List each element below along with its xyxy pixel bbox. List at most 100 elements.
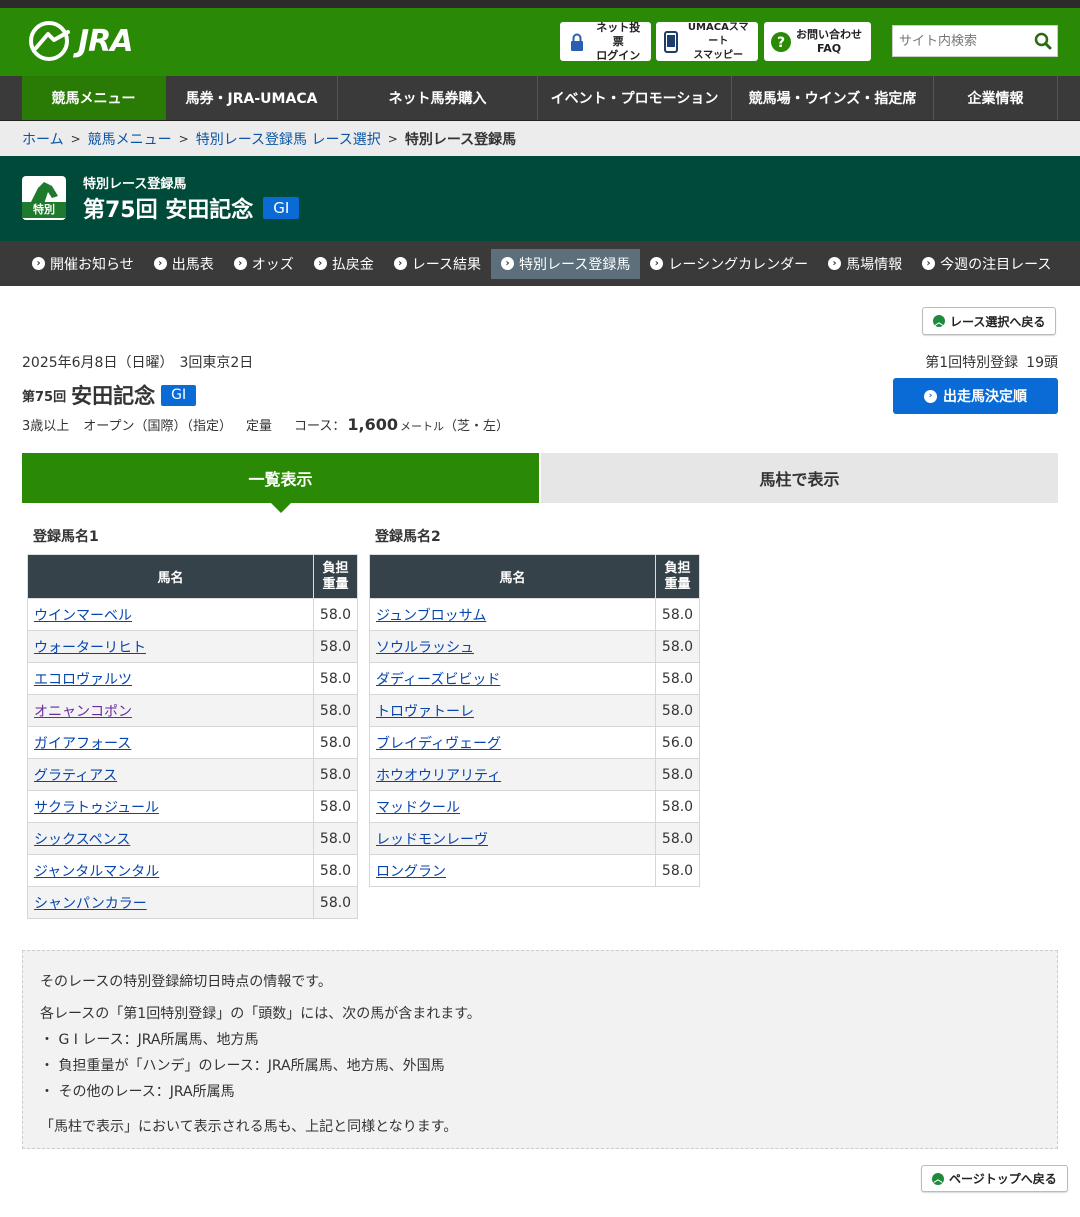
horse-link[interactable]: ウインマーベル: [34, 608, 132, 624]
horse-weight: 58.0: [313, 694, 358, 727]
breadcrumb-race-select[interactable]: 特別レース登録馬 レース選択: [196, 129, 381, 149]
race-date-text: 2025年6月8日（日曜）: [22, 355, 174, 371]
umaca-smart-button[interactable]: UMACAスマート スマッピー: [656, 22, 758, 61]
horse-link[interactable]: ブレイディヴェーグ: [376, 736, 501, 752]
subnav-special-registration[interactable]: › 特別レース登録馬: [491, 248, 641, 279]
table-row: ウォーターリヒト 58.0: [27, 630, 358, 663]
subnav-label: 払戻金: [331, 256, 374, 273]
table-row: ロングラン 58.0: [369, 854, 700, 887]
header-horse-name: 馬名: [27, 554, 314, 599]
race-distance: 1,600: [347, 415, 398, 434]
svg-text:?: ?: [777, 35, 785, 51]
grade-badge: GⅠ: [161, 384, 197, 406]
subnav-racing-calendar[interactable]: › レーシングカレンダー: [640, 249, 818, 279]
breadcrumb-current: 特別レース登録馬: [404, 131, 517, 148]
horse-link[interactable]: シックスペンス: [34, 832, 130, 848]
horse-link[interactable]: ロングラン: [376, 864, 446, 880]
table-row: ガイアフォース 58.0: [27, 726, 358, 759]
horse-link[interactable]: ウォーターリヒト: [34, 640, 146, 656]
horse-link[interactable]: サクラトゥジュール: [34, 800, 159, 816]
tab-list-view[interactable]: 一覧表示: [22, 453, 539, 513]
horse-link[interactable]: ガイアフォース: [34, 736, 131, 752]
header-weight-l2: 重量: [322, 576, 349, 592]
faq-button[interactable]: ? お問い合わせ FAQ: [764, 22, 871, 61]
net-vote-login-button[interactable]: ネット投票 ログイン: [560, 21, 651, 62]
subnav-payout[interactable]: › 払戻金: [304, 249, 384, 279]
header-weight-l1: 負担: [664, 560, 691, 576]
horse-link[interactable]: ホウオウリアリティ: [376, 768, 501, 784]
table-row: グラティアス 58.0: [27, 758, 358, 791]
back-to-race-select-label: レース選択へ戻る: [950, 314, 1046, 329]
horse-link[interactable]: トロヴァトーレ: [376, 704, 474, 720]
horse-weight: 58.0: [655, 790, 700, 823]
horse-link[interactable]: グラティアス: [34, 768, 117, 784]
table-row: ダディーズビビッド 58.0: [369, 662, 700, 695]
race-class: オープン（国際）（指定）: [83, 419, 233, 434]
note-bullet: ・ 負担重量が「ハンデ」のレース：JRA所属馬、地方馬、外国馬: [40, 1058, 445, 1074]
jra-horse-logo-icon: [29, 21, 70, 61]
table-row: トロヴァトーレ 58.0: [369, 694, 700, 727]
gnav-corporate[interactable]: 企業情報: [934, 76, 1058, 120]
gnav-event-promotion[interactable]: イベント・プロモーション: [538, 76, 732, 120]
header-weight: 負担 重量: [655, 554, 700, 599]
subnav-label: 開催お知らせ: [50, 256, 134, 273]
subnav-results[interactable]: › レース結果: [384, 249, 491, 279]
horse-link[interactable]: ダディーズビビッド: [376, 672, 500, 688]
notes-box: そのレースの特別登録締切日時点の情報です。 各レースの「第1回特別登録」の「頭数…: [22, 950, 1058, 1149]
gnav-baken-umaca[interactable]: 馬券・JRA-UMACA: [166, 76, 338, 120]
table-caption: 登録馬名1: [33, 529, 99, 545]
race-meeting: 3回東京2日: [179, 355, 254, 371]
search-icon[interactable]: [1029, 26, 1057, 56]
back-to-race-select-button[interactable]: ︿ レース選択へ戻る: [922, 307, 1057, 335]
jra-logo[interactable]: JRA: [28, 20, 133, 62]
table-row: マッドクール 58.0: [369, 790, 700, 823]
chevron-right-icon: ›: [313, 257, 327, 270]
horse-link[interactable]: オニャンコポン: [34, 704, 132, 720]
subnav-kaisai-notice[interactable]: › 開催お知らせ: [22, 249, 144, 279]
race-age: 3歳以上: [22, 419, 70, 434]
horse-link[interactable]: ソウルラッシュ: [376, 640, 474, 656]
chevron-right-icon: ›: [650, 257, 664, 270]
subnav-odds[interactable]: › オッズ: [224, 249, 304, 279]
header-weight-l1: 負担: [322, 560, 349, 576]
login-label: ログイン: [596, 48, 641, 62]
horse-weight: 58.0: [655, 598, 700, 631]
horse-link[interactable]: シャンパンカラー: [34, 896, 147, 912]
breadcrumb-home[interactable]: ホーム: [22, 129, 64, 149]
race-conditions: 3歳以上 オープン（国際）（指定） 定量 コース： 1,600 メートル （芝・…: [22, 415, 509, 434]
gnav-racecourse[interactable]: 競馬場・ウインズ・指定席: [732, 76, 934, 120]
page-top-button[interactable]: ︿ ページトップへ戻る: [921, 1165, 1068, 1192]
subnav-track-info[interactable]: › 馬場情報: [818, 249, 912, 279]
table-row: エコロヴァルツ 58.0: [27, 662, 358, 695]
race-name: 安田記念: [71, 384, 156, 408]
horse-weight: 58.0: [655, 758, 700, 791]
subnav-entries[interactable]: › 出馬表: [144, 249, 224, 279]
subnav-label: 今週の注目レース: [940, 256, 1052, 273]
site-search: [892, 25, 1058, 57]
horse-link[interactable]: マッドクール: [376, 800, 460, 816]
gnav-keiba-menu[interactable]: 競馬メニュー: [22, 76, 166, 120]
note-line: 各レースの「第1回特別登録」の「頭数」には、次の馬が含まれます。: [40, 1006, 481, 1022]
horse-list-table: 馬名 負担 重量 ウインマーベル 58.0 ウォーターリヒト 58.0 エコロヴァルツ…: [27, 554, 358, 919]
horse-link[interactable]: エコロヴァルツ: [34, 672, 132, 688]
race-number: 第75回: [22, 389, 67, 405]
breadcrumb-keiba-menu[interactable]: 競馬メニュー: [88, 129, 172, 149]
shutsuba-order-button[interactable]: › 出走馬決定順: [893, 378, 1058, 414]
horse-weight: 58.0: [655, 630, 700, 663]
chevron-right-icon: ›: [153, 257, 167, 270]
table-row: ホウオウリアリティ 58.0: [369, 758, 700, 791]
horse-weight: 56.0: [655, 726, 700, 759]
registration-label: 第1回特別登録: [925, 355, 1019, 371]
subnav-featured-race[interactable]: › 今週の注目レース: [912, 249, 1061, 279]
chevron-right-icon: ›: [233, 257, 247, 270]
tab-column-view[interactable]: 馬柱で表示: [541, 453, 1058, 503]
horse-link[interactable]: ジャンタルマンタル: [34, 864, 159, 880]
search-input[interactable]: [893, 27, 1029, 55]
chevron-right-icon: ›: [393, 257, 407, 270]
gnav-net-baken[interactable]: ネット馬券購入: [338, 76, 538, 120]
horse-link[interactable]: ジュンブロッサム: [376, 608, 486, 624]
chevron-right-icon: ›: [924, 389, 937, 403]
note-bullet: ・ G Ⅰ レース：JRA所属馬、地方馬: [40, 1032, 259, 1048]
lock-icon: [566, 31, 587, 53]
horse-link[interactable]: レッドモンレーヴ: [376, 832, 488, 848]
